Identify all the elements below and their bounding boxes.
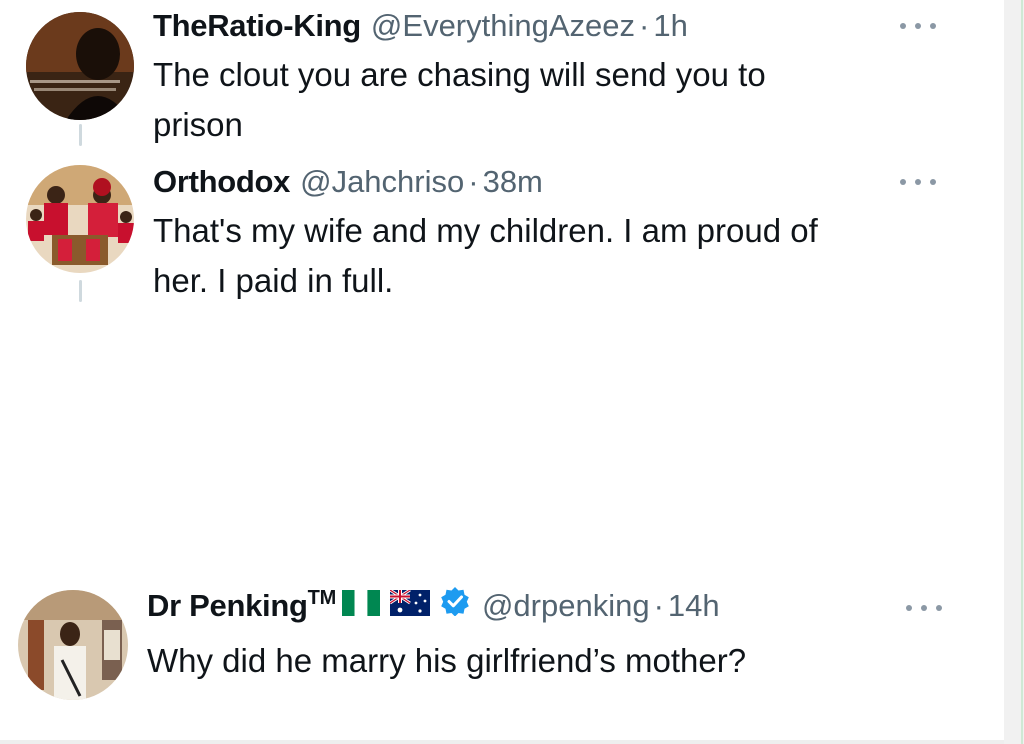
right-edge [1004, 0, 1024, 744]
more-horizontal-icon[interactable] [900, 176, 936, 188]
display-name-text: Dr Penking [147, 588, 308, 623]
timestamp[interactable]: 1h [653, 8, 687, 44]
display-name[interactable]: TheRatio-King [153, 8, 361, 44]
user-handle[interactable]: @drpenking [482, 588, 650, 624]
tweet-text: The clout you are chasing will send you … [153, 56, 766, 143]
thread-line [79, 280, 82, 302]
verified-badge-icon[interactable] [440, 586, 470, 616]
tweet-text: That's my wife and my children. I am pro… [153, 212, 818, 299]
avatar[interactable] [18, 590, 128, 700]
tweet-text: Why did he marry his girlfriend’s mother… [147, 642, 747, 679]
avatar[interactable] [26, 165, 134, 273]
tweet-therationking[interactable]: TheRatio-King @EverythingAzeez · 1h The … [0, 0, 1004, 150]
tweet-header: Orthodox @Jahchriso · 38m [153, 164, 543, 200]
thread-line [79, 124, 82, 146]
tweet-header: Dr PenkingTM @drpenking · 14h [147, 586, 720, 624]
user-handle[interactable]: @EverythingAzeez [371, 8, 635, 44]
tweet-drpenking[interactable]: Dr PenkingTM @drpenking · 14h Why did he… [0, 580, 1004, 730]
timestamp[interactable]: 38m [483, 164, 543, 200]
user-handle[interactable]: @Jahchriso [300, 164, 464, 200]
tweet-header: TheRatio-King @EverythingAzeez · 1h [153, 8, 688, 44]
more-horizontal-icon[interactable] [906, 602, 942, 614]
separator: · [468, 164, 479, 199]
tweet-orthodox[interactable]: Orthodox @Jahchriso · 38m That's my wife… [0, 150, 1004, 310]
nigeria-flag-icon [341, 590, 380, 616]
display-name[interactable]: Orthodox [153, 164, 290, 200]
separator: · [653, 588, 664, 623]
australia-flag-icon [389, 590, 430, 616]
more-horizontal-icon[interactable] [900, 20, 936, 32]
bottom-edge [0, 740, 1004, 744]
display-name[interactable]: Dr PenkingTM [147, 587, 336, 624]
separator: · [639, 8, 650, 43]
trademark-suffix: TM [307, 587, 337, 609]
avatar[interactable] [26, 12, 134, 120]
timestamp[interactable]: 14h [668, 588, 720, 624]
